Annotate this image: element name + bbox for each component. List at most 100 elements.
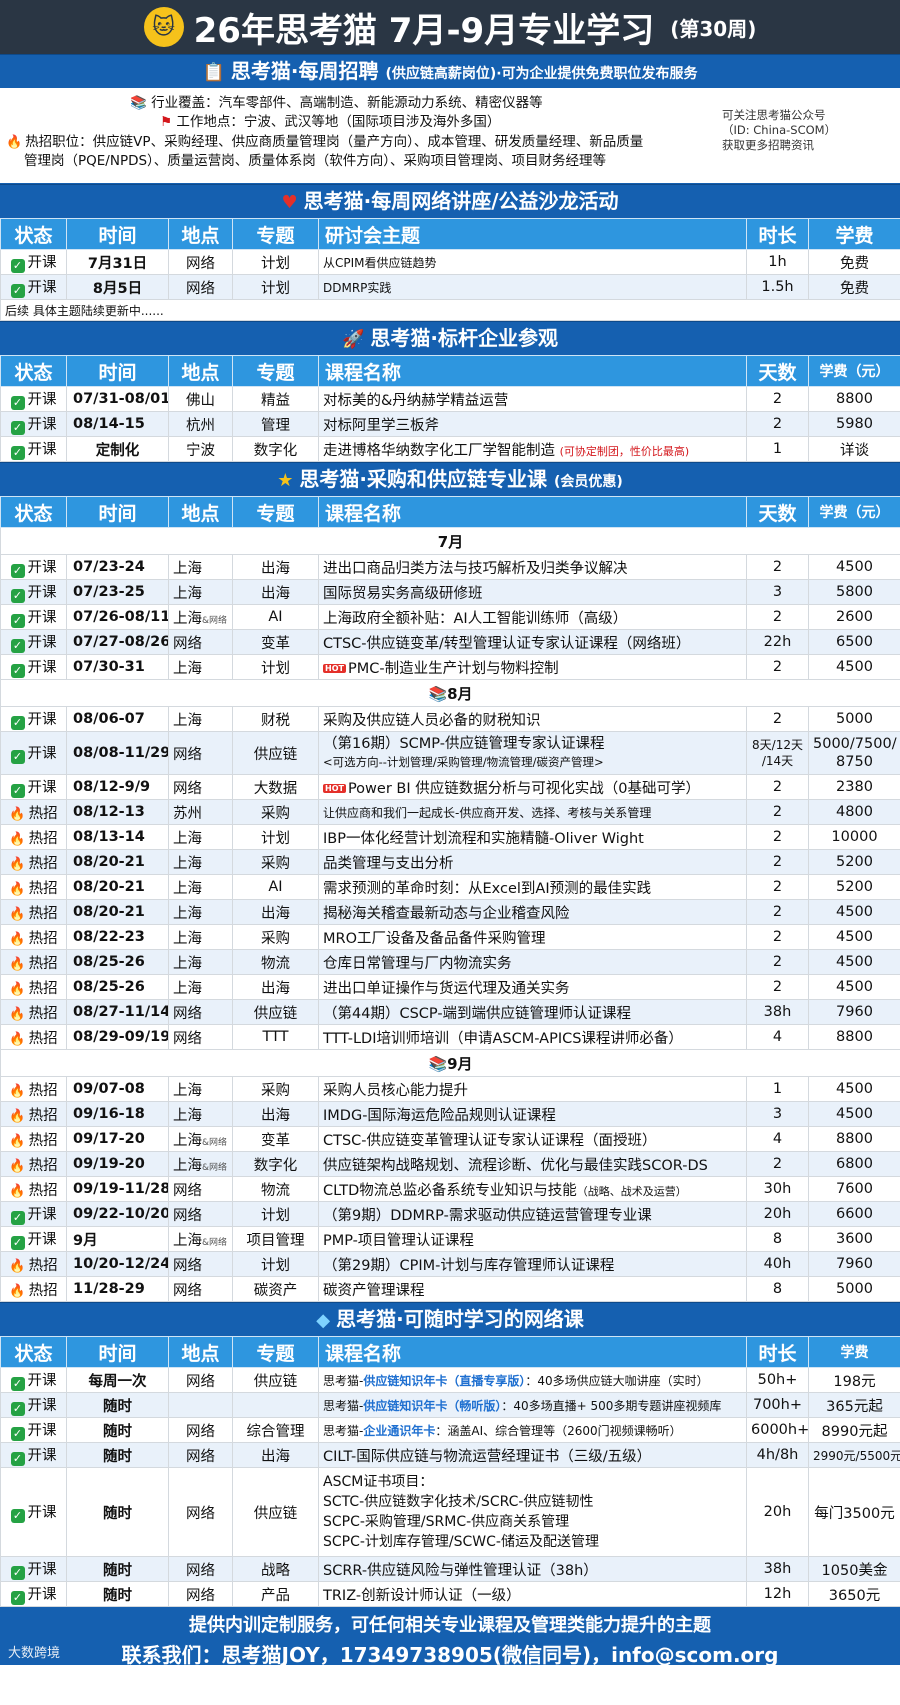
table-header-row: 状态 时间 地点 专题 课程名称 天数 学费（元） <box>0 355 900 387</box>
place-cell: 上海 <box>168 874 233 900</box>
column-header: 专题 <box>232 355 319 387</box>
diamond-icon: ◆ <box>316 1310 331 1331</box>
flame-icon: 🔥 <box>9 1083 26 1099</box>
place-cell: 上海 <box>168 706 233 732</box>
column-header: 时间 <box>66 1336 169 1368</box>
place-cell: 上海 <box>168 1076 233 1102</box>
table-row: ✓ 开课 07/23-24 上海 出海 进出口商品归类方法与技巧解析及归类争议解决 2 450… <box>0 554 900 580</box>
duration-cell: 8 <box>746 1226 809 1252</box>
course-name-cell: 上海政府全额补贴：AI人工智能训练师（高级） <box>318 604 747 630</box>
duration-cell: 3 <box>746 579 809 605</box>
column-header: 学费（元） <box>808 496 900 528</box>
flame-icon: 🔥 <box>9 1133 26 1149</box>
column-header: 时间 <box>66 496 169 528</box>
fee-cell: 6600 <box>808 1201 900 1227</box>
column-header: 课程名称 <box>318 1336 747 1368</box>
fee-cell: 4500 <box>808 924 900 950</box>
recruit-jobs-2: 管理岗（PQE/NPDS）、质量运营岗、质量体系岗（软件方向）、采购项目管理岗、… <box>24 153 607 169</box>
status-cell: ✓ 开课 <box>0 774 67 800</box>
clipboard-icon: 📋 <box>202 62 225 83</box>
check-icon: ✓ <box>10 614 25 628</box>
time-cell: 08/22-23 <box>66 924 169 950</box>
flame-icon: 🔥 <box>9 1108 26 1124</box>
table-row: ✓ 开课 08/06-07 上海 财税 采购及供应链人员必备的财税知识 2 5000 <box>0 706 900 732</box>
column-header: 状态 <box>0 1336 67 1368</box>
duration-cell: 8 <box>746 1276 809 1302</box>
topic-cell: 计划 <box>232 1201 319 1227</box>
footer-contact[interactable]: 联系我们：思考猫JOY，17349738905(微信同号)，info@scom.… <box>0 1637 900 1668</box>
column-header: 学费 <box>808 218 900 250</box>
course-name-cell: 揭秘海关稽查最新动态与企业稽查风险 <box>318 899 747 925</box>
place-cell: 上海&网络 <box>168 1126 233 1152</box>
place-cell: 上海 <box>168 1101 233 1127</box>
course-name-cell: 供应链架构战略规划、流程诊断、优化与最佳实践SCOR-DS <box>318 1151 747 1177</box>
topic-cell: 计划 <box>232 1251 319 1277</box>
online-header: ◆ 思考猫·可随时学习的网络课 <box>0 1302 900 1336</box>
fee-cell: 4500 <box>808 1101 900 1127</box>
topic-cell: 财税 <box>232 706 319 732</box>
flame-icon: 🔥 <box>9 906 26 922</box>
topic-cell: AI <box>232 604 319 630</box>
topic-cell: 出海 <box>232 899 319 925</box>
course-name-cell: MRO工厂设备及备品备件采购管理 <box>318 924 747 950</box>
topic-cell: 出海 <box>232 554 319 580</box>
table-row: ✓ 开课 定制化 宁波 数字化 走进博格华纳数字化工厂学智能制造 (可协定制团，性价比最高… <box>0 436 900 462</box>
month-divider: 📚8月 <box>0 679 900 707</box>
duration-cell: 2 <box>746 604 809 630</box>
fee-cell: 4500 <box>808 1076 900 1102</box>
hot-badge-icon: HOT <box>323 783 346 793</box>
fee-cell: 8800 <box>808 1024 900 1050</box>
status-cell: 🔥 热招 <box>0 1176 67 1202</box>
place-cell: 上海 <box>168 974 233 1000</box>
table-row: ✓ 开课 08/14-15 杭州 管理 对标阿里学三板斧 2 5980 <box>0 411 900 437</box>
topic-cell: 计划 <box>232 654 319 680</box>
time-cell: 07/30-31 <box>66 654 169 680</box>
fee-cell: 免费 <box>808 274 900 300</box>
courses-table: 状态 时间 地点 专题 课程名称 天数 学费（元） 7月 ✓ 开课 07/23-24 上海 出海 进出口… <box>0 496 900 1302</box>
topic-cell: AI <box>232 874 319 900</box>
time-cell: 08/20-21 <box>66 849 169 875</box>
status-cell: ✓ 开课 <box>0 1226 67 1252</box>
table-row: ✓ 开课 7月31日 网络 计划 从CPIM看供应链趋势 1h 免费 <box>0 249 900 275</box>
time-cell: 08/27-11/14 <box>66 999 169 1025</box>
topic-cell: 采购 <box>232 799 319 825</box>
duration-cell: 22h <box>746 629 809 655</box>
topic-cell: 变革 <box>232 629 319 655</box>
course-name-cell: 走进博格华纳数字化工厂学智能制造 (可协定制团，性价比最高) <box>318 436 747 462</box>
place-cell: 苏州 <box>168 799 233 825</box>
column-header: 地点 <box>168 218 233 250</box>
column-header: 时间 <box>66 355 169 387</box>
status-cell: 🔥 热招 <box>0 824 67 850</box>
table-header-row: 状态 时间 地点 专题 课程名称 天数 学费（元） <box>0 496 900 528</box>
fee-cell: 4500 <box>808 899 900 925</box>
status-cell: 🔥 热招 <box>0 1101 67 1127</box>
time-cell: 10/20-12/24 <box>66 1251 169 1277</box>
fee-cell: 2380 <box>808 774 900 800</box>
flame-icon: 🔥 <box>9 1283 26 1299</box>
fee-cell: 4500 <box>808 554 900 580</box>
place-cell: 上海 <box>168 924 233 950</box>
fee-cell: 5800 <box>808 579 900 605</box>
status-cell: ✓ 开课 <box>0 411 67 437</box>
check-icon: ✓ <box>10 750 25 764</box>
check-icon: ✓ <box>10 1427 25 1441</box>
table-row: 🔥 热招 08/20-21 上海 出海 揭秘海关稽查最新动态与企业稽查风险 2 4500 <box>0 899 900 925</box>
course-name-cell: HOT Power BI 供应链数据分析与可视化实战（0基础可学） <box>318 774 747 800</box>
duration-cell: 4 <box>746 1126 809 1152</box>
fee-cell: 10000 <box>808 824 900 850</box>
course-name-cell: 采购及供应链人员必备的财税知识 <box>318 706 747 732</box>
topic-cell: 精益 <box>232 386 319 412</box>
status-cell: ✓ 开课 <box>0 1201 67 1227</box>
duration-cell: 2 <box>746 799 809 825</box>
flame-icon: 🔥 <box>9 981 26 997</box>
place-cell: 上海&网络 <box>168 1151 233 1177</box>
time-cell: 08/29-09/19 <box>66 1024 169 1050</box>
table-row: 🔥 热招 08/25-26 上海 物流 仓库日常管理与厂内物流实务 2 4500 <box>0 949 900 975</box>
time-cell: 08/20-21 <box>66 874 169 900</box>
duration-cell: 2 <box>746 1151 809 1177</box>
books-icon: 📚 <box>428 684 448 703</box>
online-row: ✓ 开课 随时 网络 战略 SCRR-供应链风险与弹性管理认证（38h） 38h … <box>0 1556 900 1582</box>
course-name-cell: 让供应商和我们一起成长-供应商开发、选择、考核与关系管理 <box>318 799 747 825</box>
topic-cell: 采购 <box>232 924 319 950</box>
place-cell: 网络 <box>168 999 233 1025</box>
